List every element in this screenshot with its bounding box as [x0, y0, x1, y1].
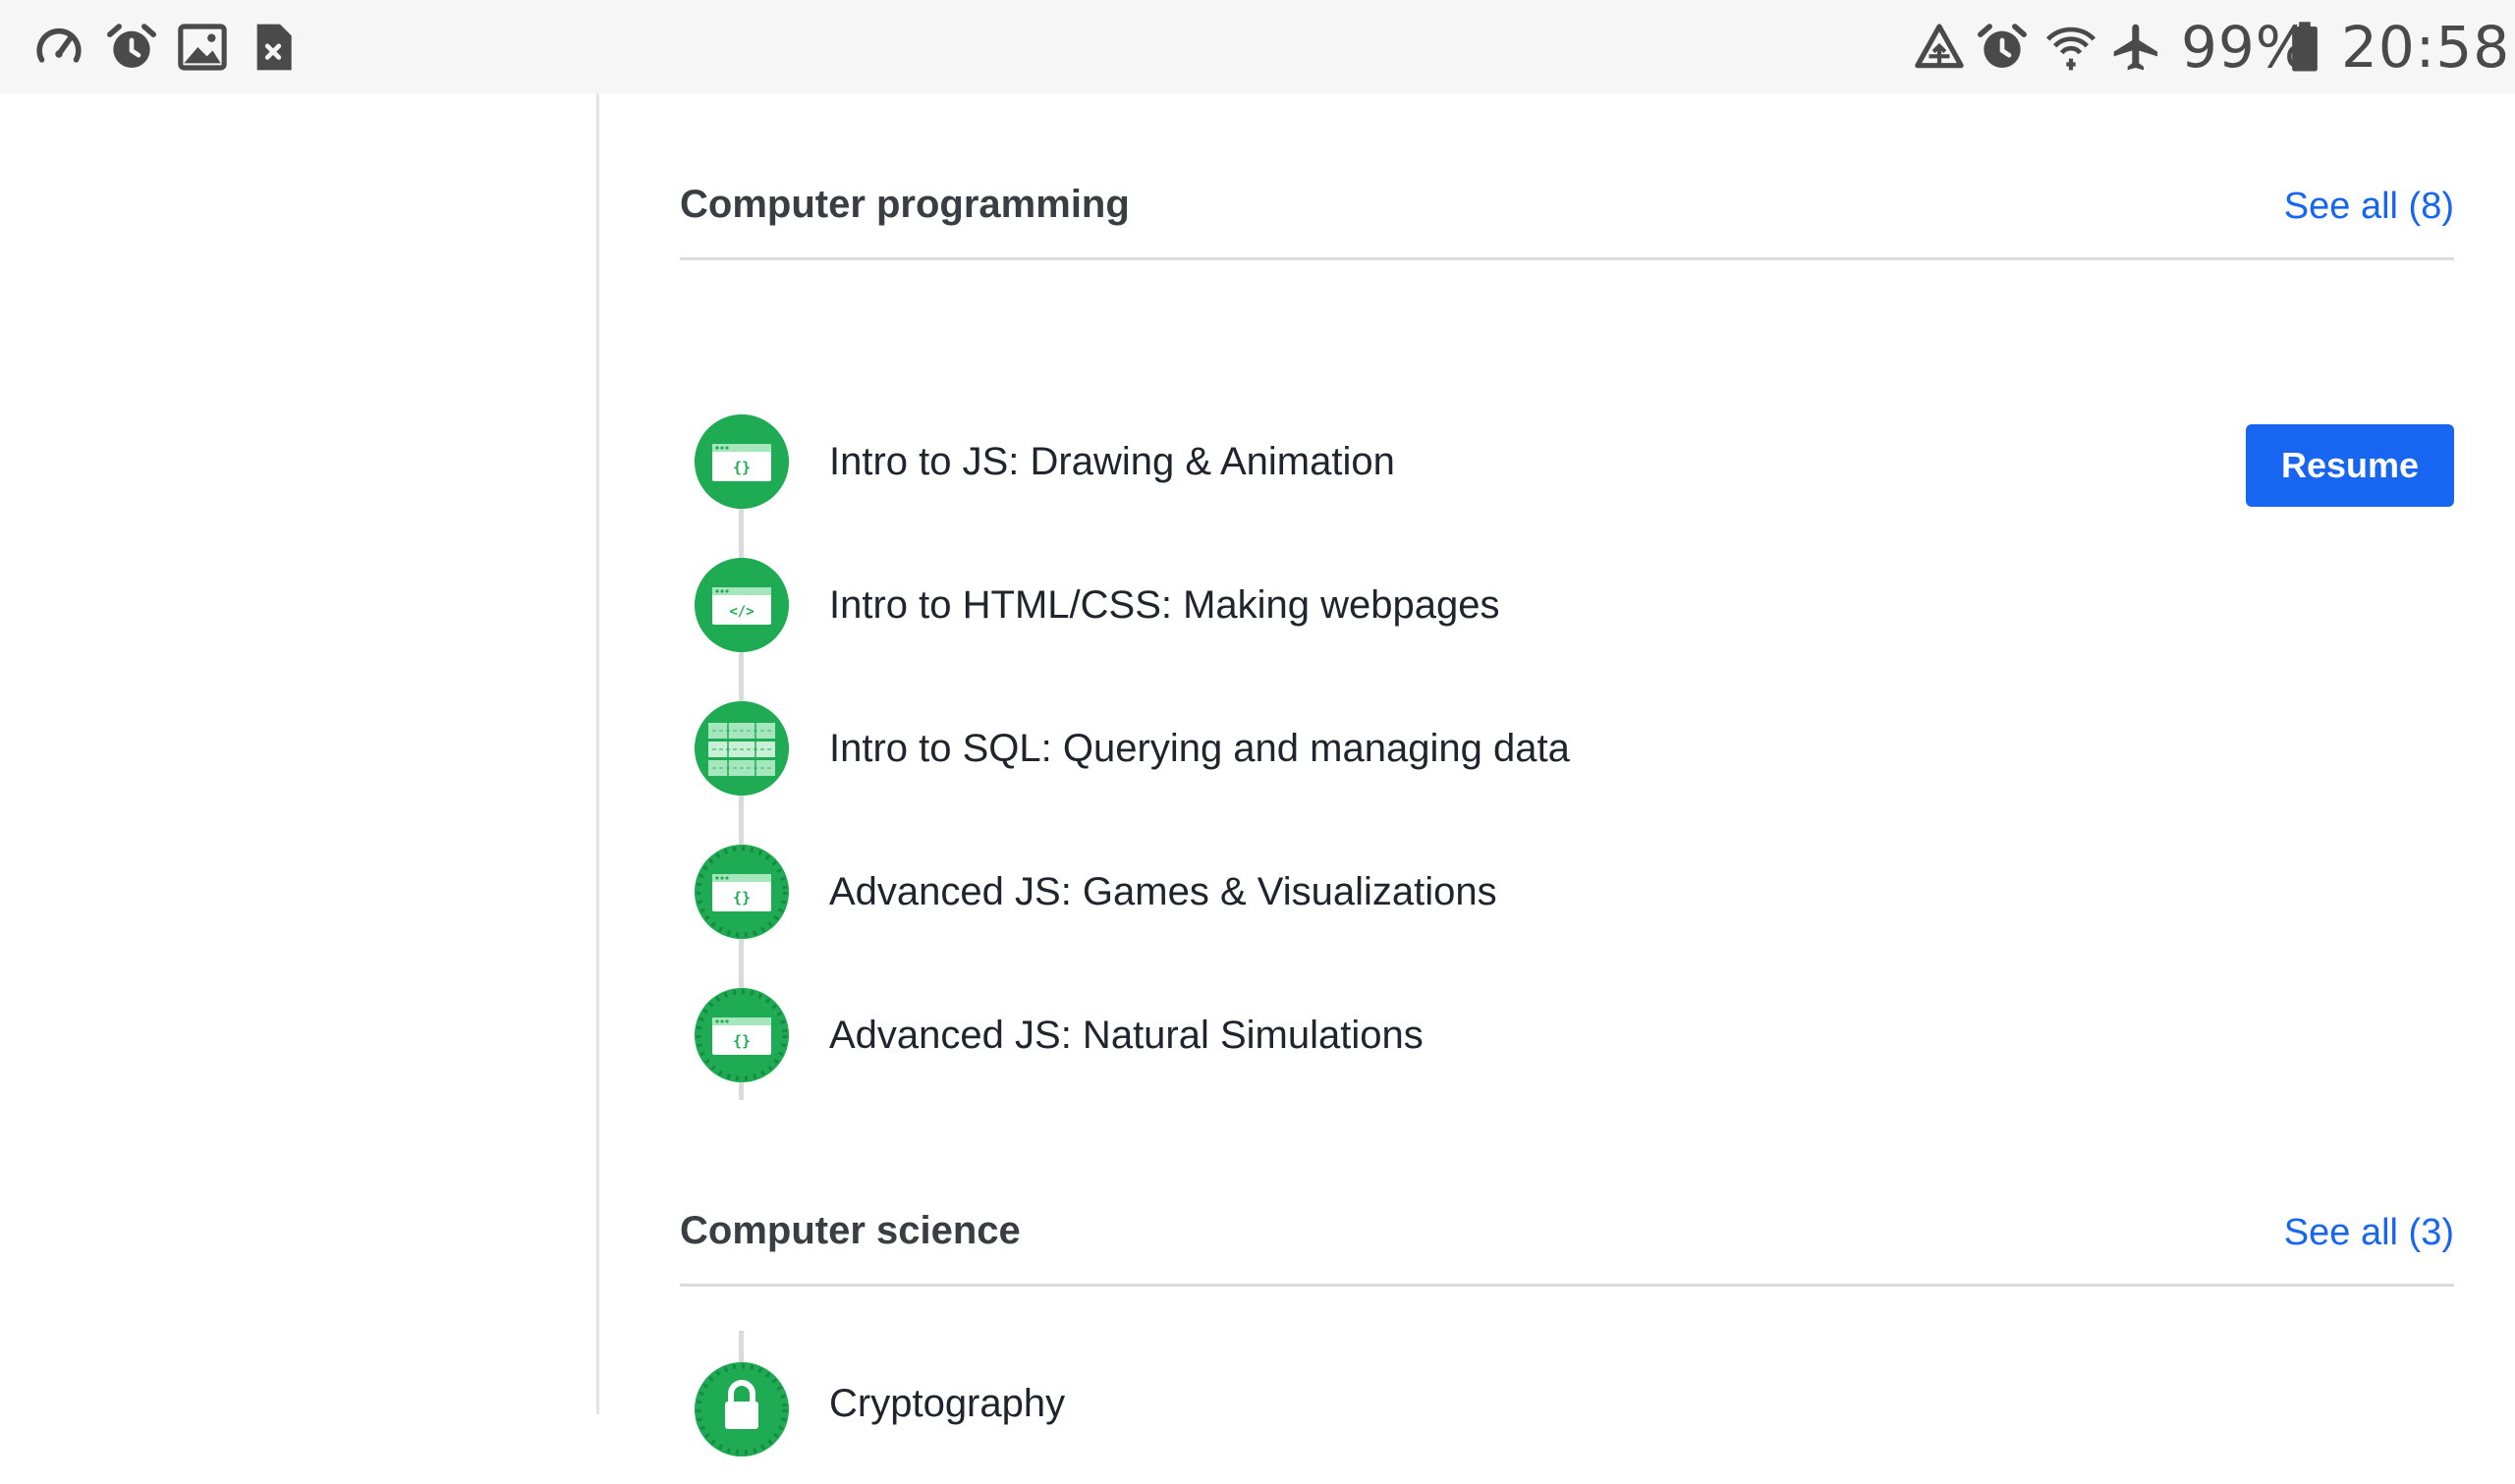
svg-text:</>: </> [729, 604, 754, 620]
course-item[interactable]: Cryptography [680, 1341, 2454, 1484]
see-all-link[interactable]: See all (8) [2284, 179, 2454, 234]
svg-text:{}: {} [733, 459, 751, 476]
course-title: Intro to HTML/CSS: Making webpages [829, 583, 1500, 627]
section-title: Computer science [680, 1209, 1021, 1252]
speedometer-icon [31, 20, 86, 75]
course-title: Cryptography [829, 1382, 1066, 1425]
file-close-icon [246, 20, 301, 75]
battery-icon [2285, 20, 2324, 75]
airplane-mode-icon [2109, 20, 2164, 75]
course-title: Intro to JS: Drawing & Animation [829, 440, 1395, 483]
see-all-link[interactable]: See all (3) [2284, 1205, 2454, 1260]
course-list: Cryptography [680, 1331, 2454, 1457]
section-title: Computer programming [680, 183, 1130, 226]
alarm-icon [1975, 20, 2030, 75]
column-divider [596, 93, 599, 1414]
course-item[interactable]: {} Advanced JS: Natural Simulations [680, 970, 2454, 1114]
js-code-window-icon: {} [695, 414, 789, 509]
divider [680, 1284, 2454, 1287]
data-saver-icon [1912, 20, 1967, 75]
html-code-window-icon: </> [695, 558, 789, 652]
status-bar: 99% 20:58 [0, 0, 2515, 93]
course-item[interactable]: {} Intro to JS: Drawing & Animation Resu… [680, 397, 2454, 540]
clock: 20:58 [2341, 14, 2511, 81]
course-item[interactable]: </> Intro to HTML/CSS: Making webpages [680, 540, 2454, 684]
course-title: Advanced JS: Games & Visualizations [829, 870, 1497, 913]
section-header: Computer science See all (3) [680, 1203, 2454, 1313]
course-item[interactable]: {} Advanced JS: Games & Visualizations [680, 827, 2454, 970]
lock-icon [695, 1362, 789, 1457]
course-item[interactable]: Intro to SQL: Querying and managing data [680, 684, 2454, 827]
course-title: Advanced JS: Natural Simulations [829, 1014, 1424, 1057]
svg-text:{}: {} [733, 1032, 751, 1050]
image-icon [175, 20, 230, 75]
svg-text:{}: {} [733, 889, 751, 907]
resume-button[interactable]: Resume [2246, 424, 2454, 507]
section-computer-science: Computer science See all (3) Cryptograph… [680, 1203, 2454, 1457]
divider [680, 257, 2454, 260]
wifi-icon [2043, 20, 2098, 75]
js-code-window-icon: {} [695, 988, 789, 1082]
course-title: Intro to SQL: Querying and managing data [829, 727, 1570, 770]
js-code-window-icon: {} [695, 845, 789, 939]
section-header: Computer programming See all (8) [680, 177, 2454, 287]
alarm-icon [104, 20, 159, 75]
section-computer-programming: Computer programming See all (8) {} Intr… [680, 177, 2454, 1100]
sql-table-icon [695, 701, 789, 796]
